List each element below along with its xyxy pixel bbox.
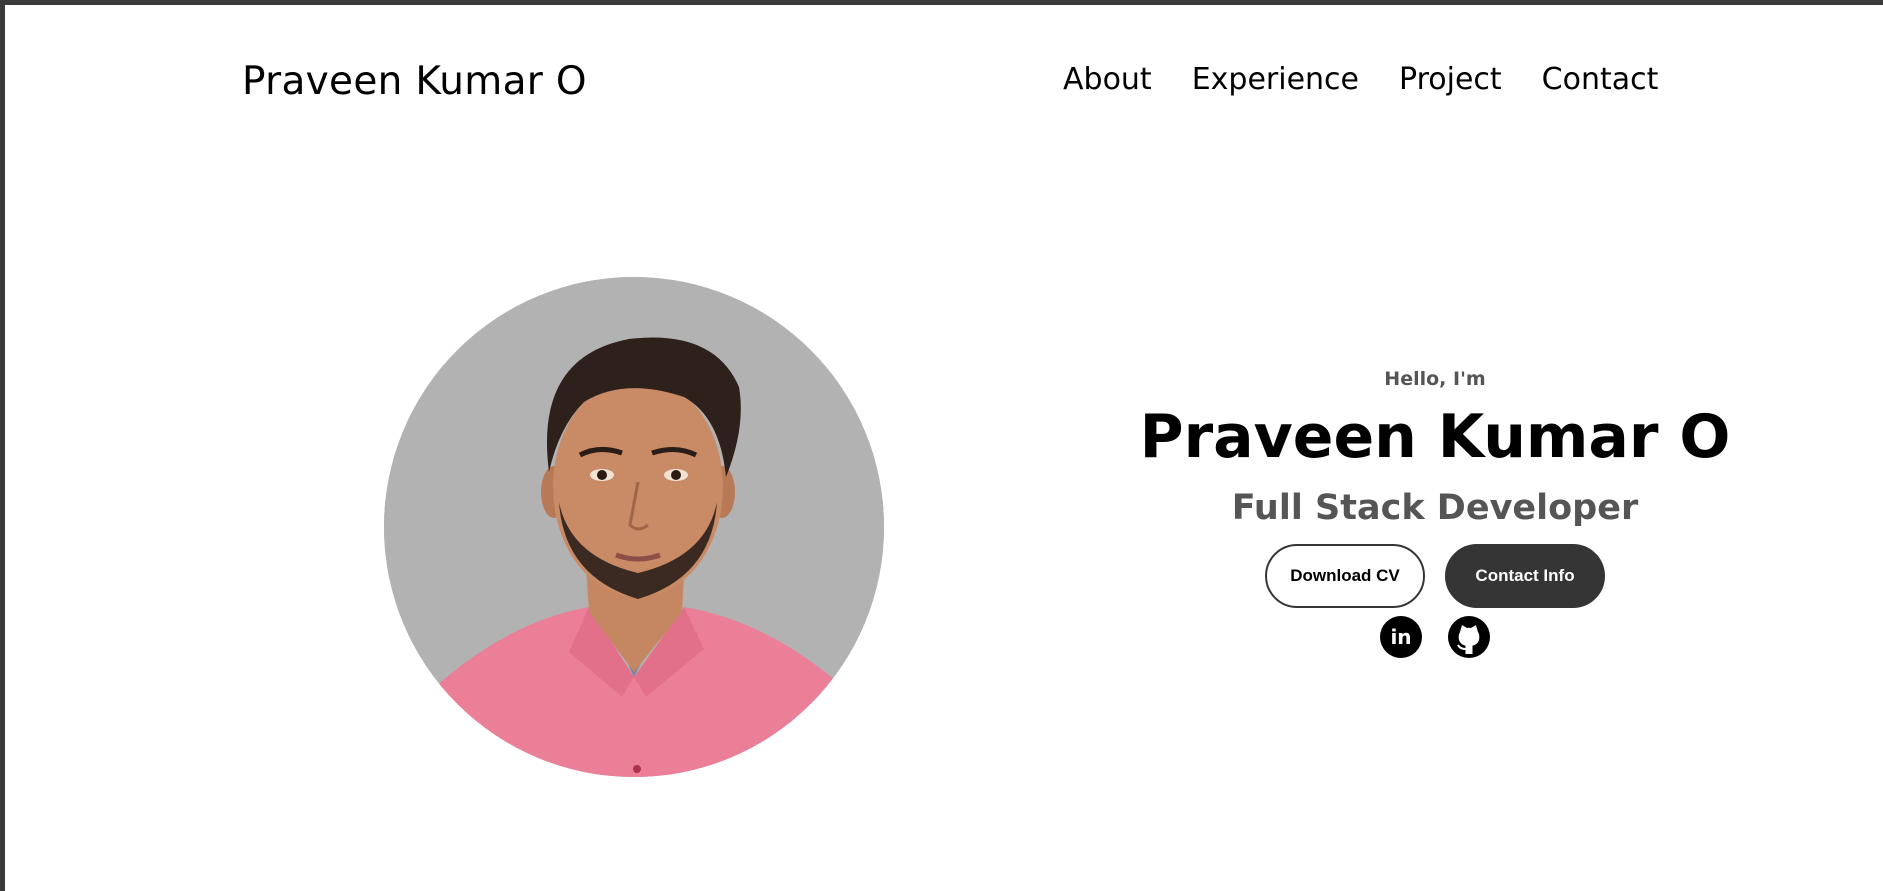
nav-item-contact: Contact bbox=[1542, 62, 1659, 97]
contact-info-button[interactable]: Contact Info bbox=[1445, 544, 1605, 608]
nav-link-contact[interactable]: Contact bbox=[1542, 62, 1659, 97]
nav-link-project[interactable]: Project bbox=[1399, 62, 1502, 97]
hero-name: Praveen Kumar O bbox=[1139, 402, 1731, 472]
nav-link-experience[interactable]: Experience bbox=[1192, 62, 1359, 97]
nav-links: About Experience Project Contact bbox=[1063, 62, 1658, 97]
social-links: in bbox=[1125, 616, 1745, 658]
nav-item-experience: Experience bbox=[1192, 62, 1359, 97]
nav-link-about[interactable]: About bbox=[1063, 62, 1152, 97]
github-icon[interactable] bbox=[1448, 616, 1490, 658]
brand-logo[interactable]: Praveen Kumar O bbox=[242, 59, 587, 104]
top-nav: Praveen Kumar O About Experience Project… bbox=[5, 5, 1883, 165]
profile-picture bbox=[384, 277, 884, 777]
hero-text: Hello, I'm Praveen Kumar O Full Stack De… bbox=[1125, 368, 1745, 658]
nav-item-about: About bbox=[1063, 62, 1152, 97]
linkedin-icon-text: in bbox=[1390, 625, 1411, 649]
linkedin-icon[interactable]: in bbox=[1380, 616, 1422, 658]
download-cv-button[interactable]: Download CV bbox=[1265, 544, 1425, 608]
nav-item-project: Project bbox=[1399, 62, 1502, 97]
profile-portrait-illustration bbox=[384, 277, 884, 777]
page: Praveen Kumar O About Experience Project… bbox=[5, 5, 1883, 891]
hero-role: Full Stack Developer bbox=[1231, 488, 1639, 528]
hero-buttons: Download CV Contact Info bbox=[1125, 544, 1745, 608]
hero-greeting: Hello, I'm bbox=[1384, 368, 1486, 390]
